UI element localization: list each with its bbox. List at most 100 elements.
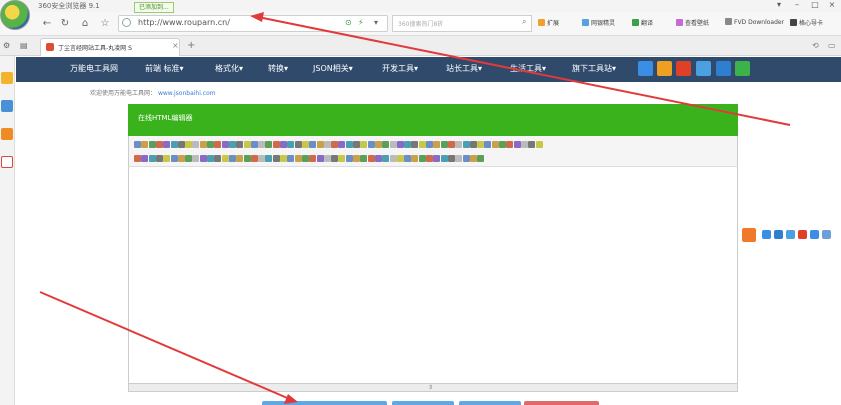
- toolbar-button-icon[interactable]: [331, 155, 339, 162]
- browser-logo-icon[interactable]: [0, 0, 30, 30]
- toolbar-button-icon[interactable]: [287, 141, 295, 148]
- toolbar-button-icon[interactable]: [389, 141, 397, 148]
- toolbar-button-icon[interactable]: [301, 155, 309, 162]
- share-douban-icon[interactable]: [810, 230, 819, 239]
- toolbar-button-icon[interactable]: [506, 141, 514, 148]
- toolbar-button-icon[interactable]: [134, 155, 141, 162]
- restore-tab-icon[interactable]: ⟲: [812, 41, 819, 50]
- bookmark-bank[interactable]: 网银精灵: [582, 18, 615, 27]
- toolbar-button-icon[interactable]: [360, 155, 368, 162]
- toolbar-button-icon[interactable]: [214, 141, 222, 148]
- toolbar-button-icon[interactable]: [513, 141, 521, 148]
- toolbar-button-icon[interactable]: [528, 141, 536, 148]
- toolbar-button-icon[interactable]: [148, 155, 156, 162]
- share-more-icon[interactable]: [822, 230, 831, 239]
- nav-webmaster[interactable]: 站长工具▾: [446, 63, 482, 74]
- toolbar-button-icon[interactable]: [185, 141, 193, 148]
- toolbar-button-icon[interactable]: [207, 141, 214, 148]
- share-weibo-icon[interactable]: [774, 230, 783, 239]
- toolbar-button-icon[interactable]: [250, 141, 258, 148]
- share-tencent-icon[interactable]: [786, 230, 795, 239]
- toolbar-button-icon[interactable]: [192, 155, 200, 162]
- toolbar-button-icon[interactable]: [418, 141, 426, 148]
- nav-life-tools[interactable]: 生活工具▾: [510, 63, 546, 74]
- speed-icon[interactable]: ⊙: [345, 18, 352, 27]
- maximize-icon[interactable]: □: [806, 0, 824, 10]
- toolbar-button-icon[interactable]: [338, 141, 346, 148]
- toolbar-button-icon[interactable]: [185, 155, 193, 162]
- toolbar-button-icon[interactable]: [294, 141, 302, 148]
- toolbar-button-icon[interactable]: [484, 141, 492, 148]
- toolbar-button-icon[interactable]: [309, 155, 317, 162]
- toolbar-button-icon[interactable]: [499, 141, 506, 148]
- home-icon[interactable]: ⌂: [78, 17, 92, 31]
- toolbar-button-icon[interactable]: [477, 155, 485, 162]
- bookmark-card[interactable]: 格心导卡: [790, 18, 823, 27]
- toolbar-button-icon[interactable]: [177, 155, 185, 162]
- nav-share-icon[interactable]: [696, 61, 711, 76]
- toolbar-button-icon[interactable]: [382, 155, 390, 162]
- toolbar-button-icon[interactable]: [272, 155, 280, 162]
- toolbar-button-icon[interactable]: [170, 141, 178, 148]
- toolbar-button-icon[interactable]: [367, 141, 375, 148]
- toolbar-button-icon[interactable]: [294, 155, 302, 162]
- dropdown-icon[interactable]: ▾: [374, 18, 378, 27]
- toolbar-button-icon[interactable]: [228, 141, 236, 148]
- toolbar-button-icon[interactable]: [236, 141, 244, 148]
- toolbar-button-icon[interactable]: [163, 141, 171, 148]
- toolbar-button-icon[interactable]: [426, 141, 433, 148]
- nav-people-icon[interactable]: [716, 61, 731, 76]
- toolbar-button-icon[interactable]: [426, 155, 433, 162]
- toolbar-button-icon[interactable]: [469, 141, 477, 148]
- toolbar-button-icon[interactable]: [221, 141, 229, 148]
- welcome-link[interactable]: www.jsonbaihi.com: [158, 90, 216, 97]
- nav-add-icon[interactable]: [638, 61, 653, 76]
- toolbar-button-icon[interactable]: [236, 155, 244, 162]
- search-icon[interactable]: ⌕: [522, 17, 526, 27]
- toolbar-button-icon[interactable]: [228, 155, 236, 162]
- toolbar-button-icon[interactable]: [477, 141, 485, 148]
- minimize-icon[interactable]: –: [788, 0, 806, 10]
- toolbar-button-icon[interactable]: [192, 141, 200, 148]
- bookmark-extension[interactable]: 扩展: [538, 18, 559, 27]
- toolbar-button-icon[interactable]: [469, 155, 477, 162]
- toolbar-button-icon[interactable]: [433, 141, 441, 148]
- toolbar-button-icon[interactable]: [411, 141, 419, 148]
- sidebar-star-icon[interactable]: [1, 72, 13, 84]
- toolbar-button-icon[interactable]: [199, 155, 207, 162]
- tab-list-icon[interactable]: ▤: [20, 41, 28, 50]
- toolbar-button-icon[interactable]: [250, 155, 258, 162]
- toolbar-button-icon[interactable]: [177, 141, 185, 148]
- bookmark-translate[interactable]: 翻译: [632, 18, 653, 27]
- share-renren-icon[interactable]: [798, 230, 807, 239]
- bottom-button-2[interactable]: [392, 401, 454, 405]
- toolbar-button-icon[interactable]: [455, 141, 463, 148]
- toolbar-button-icon[interactable]: [243, 141, 251, 148]
- new-tab-icon[interactable]: +: [187, 40, 195, 51]
- address-text[interactable]: http://www.rouparn.cn/: [138, 18, 230, 27]
- nav-frontend[interactable]: 前端 标准▾: [145, 63, 184, 74]
- toolbar-button-icon[interactable]: [491, 141, 499, 148]
- toolbar-button-icon[interactable]: [258, 155, 266, 162]
- nav-sub-sites[interactable]: 旗下工具站▾: [572, 63, 616, 74]
- toolbar-button-icon[interactable]: [374, 155, 382, 162]
- editor-content[interactable]: [128, 167, 738, 383]
- resize-grip-icon[interactable]: ⇕: [428, 384, 436, 391]
- toolbar-button-icon[interactable]: [316, 155, 324, 162]
- toolbar-button-icon[interactable]: [170, 155, 178, 162]
- share-logo-icon[interactable]: [742, 228, 756, 242]
- toolbar-button-icon[interactable]: [345, 155, 353, 162]
- nav-json[interactable]: JSON相关▾: [313, 63, 353, 74]
- toolbar-button-icon[interactable]: [440, 141, 448, 148]
- toolbar-button-icon[interactable]: [462, 141, 470, 148]
- tab-close-icon[interactable]: ×: [172, 41, 179, 50]
- toolbar-button-icon[interactable]: [148, 141, 156, 148]
- toolbar-button-icon[interactable]: [331, 141, 339, 148]
- toolbar-button-icon[interactable]: [265, 155, 273, 162]
- back-icon[interactable]: ←: [40, 17, 54, 31]
- nav-star-icon[interactable]: [657, 61, 672, 76]
- toolbar-button-icon[interactable]: [374, 141, 382, 148]
- toolbar-button-icon[interactable]: [221, 155, 229, 162]
- sidebar-doc-icon[interactable]: [1, 100, 13, 112]
- nav-wechat-icon[interactable]: [735, 61, 750, 76]
